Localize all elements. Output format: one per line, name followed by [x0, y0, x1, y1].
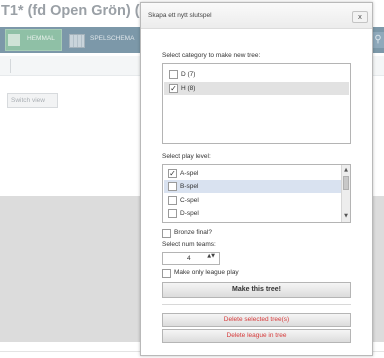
play-level-a-checkbox[interactable]: ✓ — [168, 169, 177, 178]
play-level-c-checkbox[interactable] — [168, 196, 177, 205]
play-level-list[interactable]: ✓ A-spel B-spel C-spel D-spel ▲ ▼ — [162, 164, 351, 223]
num-teams-value: 4 — [187, 255, 191, 262]
delete-selected-trees-button[interactable]: Delete selected tree(s) — [162, 313, 351, 327]
play-level-b-checkbox[interactable] — [168, 182, 177, 191]
play-level-b-label: B-spel — [180, 183, 199, 190]
category-list[interactable]: D (7) ✓ H (8) — [162, 63, 351, 144]
scroll-down-icon[interactable]: ▼ — [342, 212, 350, 221]
category-d-label: D (7) — [181, 71, 196, 78]
bronze-final-checkbox[interactable] — [162, 229, 171, 238]
league-only-checkbox[interactable] — [162, 269, 171, 278]
category-h-checkbox[interactable]: ✓ — [169, 84, 178, 93]
category-item-d[interactable]: D (7) — [164, 68, 349, 81]
num-teams-label: Select num teams: — [162, 241, 216, 248]
num-teams-stepper[interactable]: 4 ▲▼ — [162, 252, 220, 265]
category-label: Select category to make new tree: — [162, 52, 261, 59]
bronze-final-label: Bronze final? — [174, 229, 212, 236]
schedule-icon[interactable] — [69, 34, 85, 48]
delete-league-button[interactable]: Delete league in tree — [162, 329, 351, 343]
category-d-checkbox[interactable] — [169, 70, 178, 79]
tab-hemmal-label: HEMMAL — [27, 35, 55, 42]
play-level-item-d[interactable]: D-spel — [164, 207, 341, 220]
play-level-item-b[interactable]: B-spel — [164, 180, 341, 193]
stepper-arrows-icon[interactable]: ▲▼ — [207, 253, 215, 259]
league-only-label: Make only league play — [174, 269, 239, 276]
search-icon[interactable]: ⚲ — [372, 32, 384, 48]
dialog-title: Skapa ett nytt slutspel — [148, 12, 212, 19]
make-tree-button[interactable]: Make this tree! — [162, 282, 351, 298]
divider — [10, 59, 11, 73]
play-level-d-checkbox[interactable] — [168, 209, 177, 218]
play-level-scrollbar[interactable]: ▲ ▼ — [341, 165, 350, 222]
play-level-c-label: C-spel — [180, 197, 199, 204]
play-level-d-label: D-spel — [180, 210, 199, 217]
scroll-thumb[interactable] — [343, 176, 349, 190]
create-playoff-dialog: Skapa ett nytt slutspel x Select categor… — [140, 2, 373, 356]
play-level-item-c[interactable]: C-spel — [164, 194, 341, 207]
scroll-up-icon[interactable]: ▲ — [342, 166, 350, 175]
home-icon — [8, 34, 20, 46]
category-h-label: H (8) — [181, 85, 196, 92]
dialog-titlebar[interactable]: Skapa ett nytt slutspel x — [141, 3, 372, 29]
play-level-label: Select play level: — [162, 153, 211, 160]
tab-spelschema[interactable]: SPELSCHEMA — [90, 35, 134, 42]
category-item-h[interactable]: ✓ H (8) — [164, 82, 349, 95]
play-level-item-a[interactable]: ✓ A-spel — [164, 167, 341, 180]
divider — [162, 304, 351, 305]
switch-view-button[interactable]: Switch view — [7, 93, 58, 108]
close-button[interactable]: x — [352, 11, 368, 23]
play-level-a-label: A-spel — [180, 170, 199, 177]
